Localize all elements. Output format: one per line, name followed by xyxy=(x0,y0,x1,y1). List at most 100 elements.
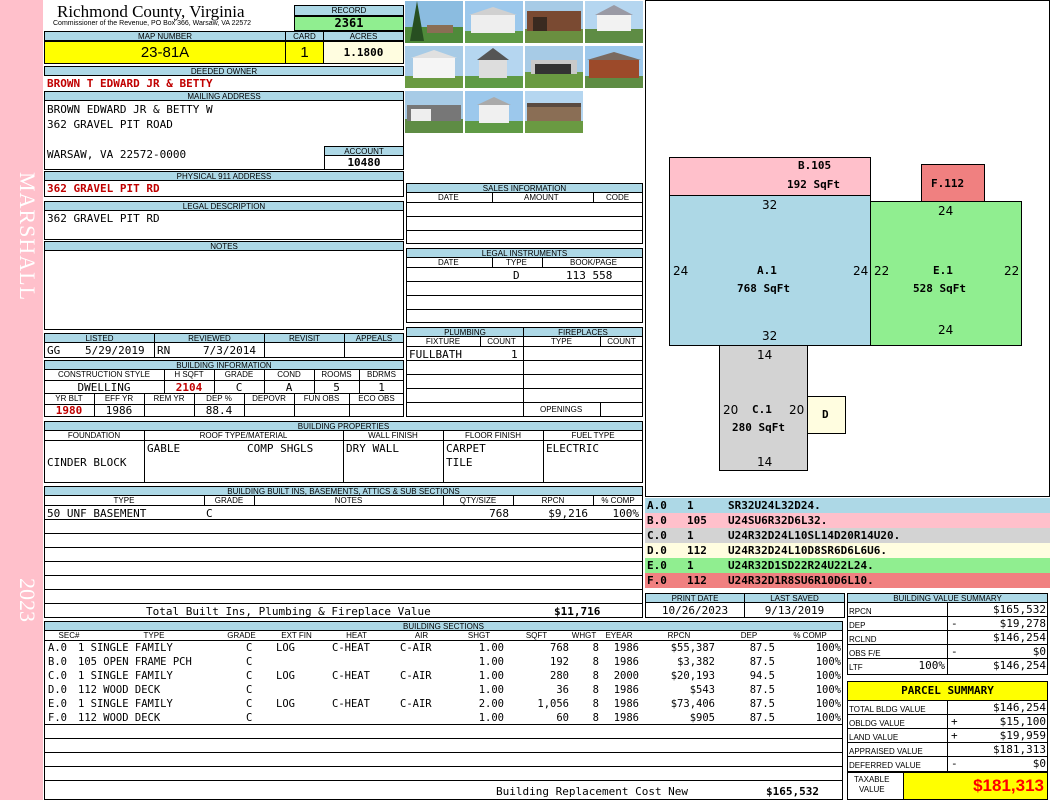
section-cell-whgt: 8 xyxy=(592,712,599,724)
mailing-line-2: 362 GRAVEL PIT ROAD xyxy=(47,118,173,131)
sections-col-ext: EXT FIN xyxy=(281,631,312,640)
vector-num: 112 xyxy=(687,544,707,557)
vector-sec: B.0 xyxy=(647,514,667,527)
prop-col-floor: FLOOR FINISH xyxy=(464,431,521,440)
record-value: 2361 xyxy=(294,16,404,31)
bi-cond: A xyxy=(285,381,293,394)
sketch-dim-a-top: 32 xyxy=(762,198,778,212)
brcn-label: Building Replacement Cost New xyxy=(496,785,689,798)
fireplace-col-type: TYPE xyxy=(551,337,572,346)
vector-num: 112 xyxy=(687,574,707,587)
bi-col-ecoobs: ECO OBS xyxy=(358,394,395,403)
side-banner-area: MARSHALL xyxy=(15,172,40,302)
account-value: 10480 xyxy=(324,155,404,170)
section-cell-whgt: 8 xyxy=(592,670,599,682)
section-cell-grade: C xyxy=(246,698,253,710)
commissioner-line: Commissioner of the Revenue, PO Box 366,… xyxy=(53,20,252,27)
vector-string: SR32U24L32D24. xyxy=(728,499,821,512)
section-cell-eyear: 1986 xyxy=(613,698,639,710)
section-cell-heat: C-HEAT xyxy=(332,642,370,654)
ps-deferred: $0 xyxy=(1032,757,1046,770)
sketch-sqft-e: 528 SqFt xyxy=(913,282,966,295)
legal-inst-type: D xyxy=(513,269,520,282)
vs-obs: $0 xyxy=(1032,645,1046,658)
vs-rpcn-label: RPCN xyxy=(849,607,872,616)
notes-box xyxy=(44,250,404,330)
section-cell-shgt: 1.00 xyxy=(478,684,504,696)
sketch-label-a: A.1 xyxy=(757,264,777,277)
prop-foundation: CINDER BLOCK xyxy=(47,456,127,469)
vector-row: D.0 112 U24R32D24L10D8SR6D6L6U6. xyxy=(645,543,1050,558)
photo-11 xyxy=(525,91,583,133)
bi-col-cond: COND xyxy=(277,370,301,379)
mailing-line-3: WARSAW, VA 22572-0000 xyxy=(47,148,187,161)
section-cell-ext: LOG xyxy=(276,698,295,710)
bi-col-style: CONSTRUCTION STYLE xyxy=(57,370,150,379)
section-cell-comp: 100% xyxy=(815,698,841,710)
listed-date: 5/29/2019 xyxy=(85,344,145,357)
section-cell-type: 1 SINGLE FAMILY xyxy=(78,670,173,682)
builtins-col-notes: NOTES xyxy=(334,496,363,505)
photo-9 xyxy=(405,91,463,133)
vector-sec: A.0 xyxy=(647,499,667,512)
sketch-dim-a-bottom: 32 xyxy=(762,329,778,343)
vector-string: U24SU6R32D6L32. xyxy=(728,514,828,527)
sketch-label-e: E.1 xyxy=(933,264,953,277)
vs-ltf: $146,254 xyxy=(993,659,1046,672)
mailing-line-1: BROWN EDWARD JR & BETTY W xyxy=(47,103,213,116)
section-cell-type: 1 SINGLE FAMILY xyxy=(78,642,173,654)
bi-col-rooms: ROOMS xyxy=(321,370,352,379)
sketch-sqft-c: 280 SqFt xyxy=(732,421,785,434)
bi-hsqft: 2104 xyxy=(175,381,203,394)
photo-8 xyxy=(585,46,643,88)
sketch-sqft-a: 768 SqFt xyxy=(737,282,790,295)
section-cell-eyear: 1986 xyxy=(613,642,639,654)
bi-rooms: 5 xyxy=(333,381,340,394)
sections-col-eyear: EYEAR xyxy=(605,631,633,640)
section-cell-sqft: 280 xyxy=(550,670,569,682)
vs-ltf-label: LTF xyxy=(849,663,863,672)
photo-2 xyxy=(465,1,523,43)
section-cell-shgt: 2.00 xyxy=(478,698,504,710)
ps-tbv: $146,254 xyxy=(993,701,1046,714)
section-cell-heat: C-HEAT xyxy=(332,698,370,710)
sections-col-dep: DEP xyxy=(740,631,758,640)
ps-obldg: $15,100 xyxy=(999,715,1046,728)
ps-deferred-label: DEFERRED VALUE xyxy=(849,761,921,770)
section-cell-rpcn: $55,387 xyxy=(670,642,715,654)
sections-col-sqft: SQFT xyxy=(525,631,548,640)
legal-inst-col-type: TYPE xyxy=(506,258,527,267)
bi-col-dep: DEP % xyxy=(206,394,232,403)
vector-sec: C.0 xyxy=(647,529,667,542)
ps-taxable: $181,313 xyxy=(903,772,1048,800)
sections-col-whgt: WHGT xyxy=(571,631,597,640)
section-cell-comp: 100% xyxy=(815,684,841,696)
prop-col-wall: WALL FINISH xyxy=(368,431,418,440)
print-date: 10/26/2023 xyxy=(661,604,729,617)
prop-col-foundation: FOUNDATION xyxy=(67,431,121,440)
deeded-owner-label: DEEDED OWNER xyxy=(44,66,404,76)
section-cell-comp: 100% xyxy=(815,670,841,682)
vs-ltf-pct: 100% xyxy=(918,659,946,672)
photo-1 xyxy=(405,1,463,43)
vector-string: U24R32D24L10SL14D20R14U20. xyxy=(728,529,901,542)
section-cell-eyear: 2000 xyxy=(613,670,639,682)
sketch-dim-e-right: 22 xyxy=(1004,264,1020,278)
bi-dep: 88.4 xyxy=(205,404,233,417)
sections-col-grade: GRADE xyxy=(227,631,256,640)
sales-col-code: CODE xyxy=(606,193,630,202)
ps-land-label: LAND VALUE xyxy=(849,733,899,742)
builtins-col-rpcn: RPCN xyxy=(541,496,565,505)
photo-10 xyxy=(465,91,523,133)
section-cell-air: C-AIR xyxy=(400,698,432,710)
builtins-row-type: 50 UNF BASEMENT xyxy=(47,507,147,520)
sections-col-sec: SEC# xyxy=(58,631,80,640)
prop-wall: DRY WALL xyxy=(346,442,399,455)
sales-col-amount: AMOUNT xyxy=(524,193,559,202)
ps-appraised: $181,313 xyxy=(993,743,1046,756)
bi-col-bdrms: BDRMS xyxy=(367,370,396,379)
vs-rpcn: $165,532 xyxy=(993,603,1046,616)
builtins-row-qty: 768 xyxy=(489,507,509,520)
section-cell-air: C-AIR xyxy=(400,670,432,682)
plumbing-count: 1 xyxy=(511,348,518,361)
